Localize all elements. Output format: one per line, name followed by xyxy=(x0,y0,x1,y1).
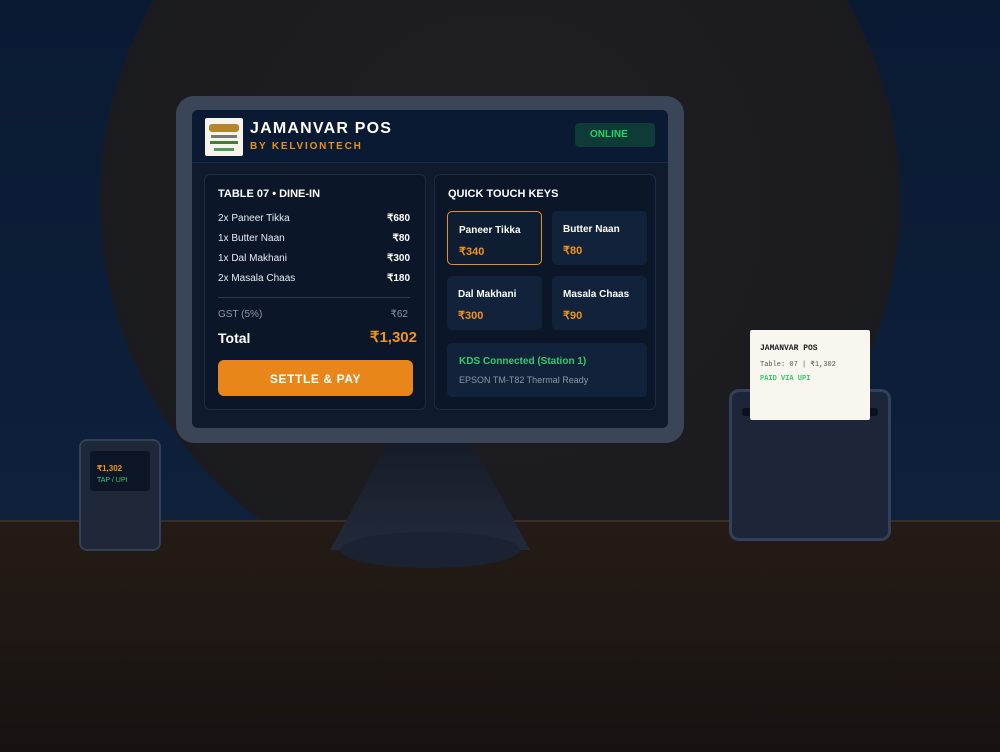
touch-key-name: Masala Chaas xyxy=(563,289,630,300)
receipt-title: JAMANVAR POS xyxy=(760,344,818,353)
terminal-amount: ₹1,302 xyxy=(97,464,123,473)
quick-keys-panel: QUICK TOUCH KEYS Paneer Tikka ₹340 Butte… xyxy=(434,174,656,410)
item-name: 1x Butter Naan xyxy=(218,233,285,244)
item-price: ₹180 xyxy=(386,273,410,284)
item-name: 2x Paneer Tikka xyxy=(218,213,290,224)
order-line-item[interactable]: 1x Butter Naan ₹80 xyxy=(218,233,410,247)
item-price: ₹680 xyxy=(386,213,410,224)
item-price: ₹300 xyxy=(386,253,410,264)
quick-keys-title: QUICK TOUCH KEYS xyxy=(448,188,559,200)
order-title: TABLE 07 • DINE-IN xyxy=(218,188,321,200)
app-subtitle: BY KELVIONTECH xyxy=(250,141,363,152)
kds-status-card: KDS Connected (Station 1) EPSON TM-T82 T… xyxy=(447,343,647,397)
terminal-screen: ₹1,302 TAP / UPI xyxy=(90,451,150,491)
touch-key-paneer-tikka[interactable]: Paneer Tikka ₹340 xyxy=(447,211,542,265)
total-value: ₹1,302 xyxy=(369,329,417,346)
app-title: JAMANVAR POS xyxy=(250,120,393,137)
printer-status-text: EPSON TM-T82 Thermal Ready xyxy=(459,375,589,385)
status-badge: ONLINE xyxy=(575,123,655,147)
touch-key-price: ₹90 xyxy=(563,310,583,322)
terminal-payment-method: TAP / UPI xyxy=(97,477,128,484)
touch-key-name: Dal Makhani xyxy=(458,289,517,300)
receipt-paid-status: PAID VIA UPI xyxy=(760,375,811,383)
touch-key-price: ₹80 xyxy=(563,245,583,257)
touch-key-name: Paneer Tikka xyxy=(459,225,521,236)
monitor-stand-base xyxy=(340,532,520,568)
pos-screen: JAMANVAR POS BY KELVIONTECH ONLINE TABLE… xyxy=(192,110,668,428)
restaurant-logo-icon xyxy=(205,118,243,156)
settle-pay-button[interactable]: SETTLE & PAY xyxy=(218,360,413,396)
touch-key-price: ₹340 xyxy=(459,246,485,258)
gst-value: ₹62 xyxy=(390,309,409,320)
touch-key-price: ₹300 xyxy=(458,310,484,322)
printed-receipt: JAMANVAR POS Table: 07 | ₹1,302 PAID VIA… xyxy=(750,330,870,420)
pos-monitor: JAMANVAR POS BY KELVIONTECH ONLINE TABLE… xyxy=(176,96,684,443)
kds-status-title: KDS Connected (Station 1) xyxy=(459,356,587,367)
order-line-item[interactable]: 1x Dal Makhani ₹300 xyxy=(218,253,410,267)
receipt-line: Table: 07 | ₹1,302 xyxy=(760,361,836,369)
touch-key-name: Butter Naan xyxy=(563,224,620,235)
item-name: 1x Dal Makhani xyxy=(218,253,287,264)
touch-key-butter-naan[interactable]: Butter Naan ₹80 xyxy=(552,211,647,265)
app-header: JAMANVAR POS BY KELVIONTECH ONLINE xyxy=(192,110,668,163)
order-panel: TABLE 07 • DINE-IN 2x Paneer Tikka ₹680 … xyxy=(204,174,426,410)
card-terminal: ₹1,302 TAP / UPI xyxy=(79,439,161,551)
touch-key-dal-makhani[interactable]: Dal Makhani ₹300 xyxy=(447,276,542,330)
order-line-item[interactable]: 2x Paneer Tikka ₹680 xyxy=(218,213,410,227)
item-price: ₹80 xyxy=(392,233,411,244)
total-label: Total xyxy=(218,330,251,346)
touch-key-masala-chaas[interactable]: Masala Chaas ₹90 xyxy=(552,276,647,330)
order-line-item[interactable]: 2x Masala Chaas ₹180 xyxy=(218,273,410,287)
item-name: 2x Masala Chaas xyxy=(218,273,296,284)
order-divider xyxy=(218,297,410,298)
gst-label: GST (5%) xyxy=(218,309,263,320)
